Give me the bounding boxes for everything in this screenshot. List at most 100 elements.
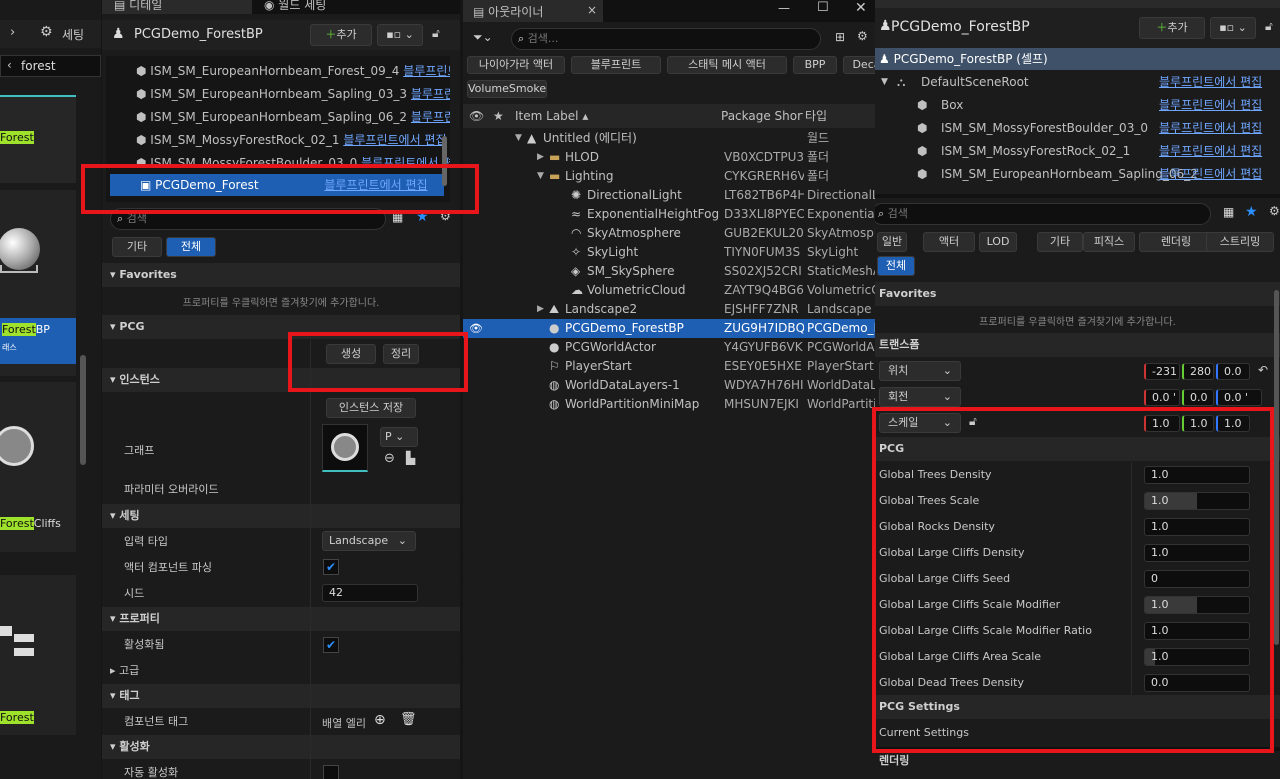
add-folder-icon[interactable]: ⊞ [835, 30, 845, 44]
tab-world-settings[interactable]: ◉ 월드 세팅 [256, 0, 406, 14]
filter-chip[interactable]: 기타 [1037, 232, 1083, 252]
cleanup-button[interactable]: 정리 [383, 344, 419, 364]
filter-chip[interactable]: 스트리밍 [1206, 232, 1274, 252]
param-value-input[interactable]: 1.0 [1144, 518, 1250, 536]
list-item-selected[interactable]: ▣ PCGDemo_Forest 블루프린트에서 편집 [110, 174, 444, 196]
star-icon[interactable]: ★ [1245, 204, 1258, 220]
scrollbar[interactable] [442, 136, 447, 186]
list-item[interactable]: ⬢ ISM_SM_EuropeanHornbeam_Sapling_03_3 블… [106, 83, 450, 105]
eye-icon[interactable]: 👁︎ [469, 357, 483, 376]
filter-chip[interactable]: 나이아가라 액터 [467, 56, 565, 74]
tab-outliner[interactable]: ▤ 아웃라이너 × [463, 0, 603, 22]
edit-in-blueprint-link[interactable]: 블루프린트에서 편집 [1159, 163, 1262, 185]
list-item[interactable]: ⬢ ISM_SM_MossyForestRock_02_1 블루프린트에서 편집 [106, 129, 450, 151]
rotation-select[interactable]: 회전 ⌄ [879, 387, 961, 407]
rotation-y-input[interactable]: 0.0 [1182, 389, 1214, 406]
section-render[interactable]: 렌더링 [879, 752, 909, 768]
eye-icon[interactable]: 👁︎ [469, 338, 483, 357]
asset-tile[interactable]: Forest [0, 575, 76, 735]
filter-chip[interactable]: 액터 [923, 232, 975, 252]
scale-select[interactable]: 스케일 ⌄ [879, 413, 961, 433]
filter-icon[interactable]: ⏷⌄ [473, 30, 493, 45]
section-advanced[interactable]: ▸ 고급 [102, 658, 460, 684]
eye-icon[interactable]: 👁︎ [469, 186, 483, 205]
edit-in-blueprint-link[interactable]: 블루프린트에서 편집 [324, 178, 427, 192]
eye-icon[interactable]: 👁︎ [469, 300, 483, 319]
gear-icon[interactable]: ⚙ [1269, 204, 1280, 218]
gear-icon[interactable]: ⚙ [40, 24, 53, 40]
eye-icon[interactable]: 👁︎ [469, 376, 483, 395]
asset-tile[interactable]: ForestCliffs [0, 382, 76, 552]
browse-asset-icon[interactable]: ▙ [406, 451, 415, 465]
section-instance[interactable]: ▾ 인스턴스 [102, 368, 460, 392]
list-item[interactable]: ⬢ ISM_SM_MossyForestBoulder_03_0 블루프린트에서 편… [875, 117, 1280, 139]
details-search-input[interactable]: ⌕ 검색 [110, 208, 386, 230]
filter-chip[interactable]: 피직스 [1083, 232, 1135, 252]
param-value-input[interactable]: 1.0 [1144, 596, 1250, 614]
scrollbar[interactable] [80, 355, 86, 465]
section-settings[interactable]: ▾ 세팅 [102, 504, 460, 528]
eye-icon[interactable]: 👁︎ [469, 104, 484, 128]
scale-y-input[interactable]: 1.0 [1182, 415, 1214, 432]
param-value-input[interactable]: 1.0 [1144, 622, 1250, 640]
expander-icon[interactable]: ▼ [515, 129, 522, 148]
outliner-row[interactable]: 👁︎ ⚐ PlayerStart ESEY0E5HXE PlayerStart [463, 357, 875, 376]
chevron-left-icon[interactable]: ‹ [7, 58, 12, 72]
eye-icon[interactable]: 👁︎ [469, 243, 483, 262]
outliner-search-input[interactable]: ⌕ 검색... [511, 28, 821, 50]
outliner-row[interactable]: ▼ ▲ Untitled (에디터) 월드 [463, 129, 875, 148]
filter-other-button[interactable]: 기타 [112, 237, 162, 257]
section-tag[interactable]: ▾ 태그 [102, 684, 460, 708]
param-value-input[interactable]: 0 [1144, 570, 1250, 588]
list-item[interactable]: ⬢ Box 블루프린트에서 편집 [875, 94, 1280, 116]
outliner-row[interactable]: 👁︎ ▼ ▬ Lighting CYKGRERH6V폴더 [463, 167, 875, 186]
graph-asset-select[interactable]: P ⌄ [380, 427, 418, 447]
edit-in-blueprint-link[interactable]: 블루프린트에서 편집 [1159, 94, 1262, 116]
close-icon[interactable]: × [587, 3, 597, 17]
location-y-input[interactable]: 280 [1182, 363, 1214, 380]
outliner-row[interactable]: 👁︎ ● PCGWorldActor Y4GYUFB6VK PCGWorldAc [463, 338, 875, 357]
section-favorites[interactable]: ▾ Favorites [102, 263, 460, 287]
blueprint-options-button[interactable]: ▪▫ ⌄ [1210, 17, 1256, 39]
edit-in-blueprint-link[interactable]: 블루프린트에서 편집 [361, 156, 450, 166]
param-value-input[interactable]: 1.0 [1144, 544, 1250, 562]
add-component-button[interactable]: ＋추가 [310, 24, 372, 46]
expander-icon[interactable]: ▶ [537, 300, 544, 319]
outliner-row[interactable]: 👁︎ ◍ WorldDataLayers-1 WDYA7H76HIWorldDataL [463, 376, 875, 395]
asset-tile[interactable]: Forest [0, 95, 76, 183]
outliner-row[interactable]: 👁︎ ▶ ▬ HLOD VB0XCDTPU3폴더 [463, 148, 875, 167]
list-item[interactable]: ▼ ⛬ DefaultSceneRoot 블루프린트에서 편집 [875, 71, 1280, 93]
trash-icon[interactable]: 🗑︎ [400, 712, 417, 727]
outliner-row[interactable]: 👁︎ ✧ SkyLight TIYN0FUM3S SkyLight [463, 243, 875, 262]
minimize-icon[interactable]: — [778, 1, 790, 15]
blueprint-options-button[interactable]: ▪▫ ⌄ [377, 24, 423, 46]
location-select[interactable]: 위치 ⌄ [879, 361, 961, 381]
filter-all-button[interactable]: 전체 [877, 256, 915, 276]
scale-z-input[interactable]: 1.0 [1216, 415, 1250, 432]
grid-view-icon[interactable]: ▦ [392, 210, 403, 224]
lock-icon[interactable]: 🔓︎ [1265, 19, 1273, 34]
filter-chip[interactable]: 렌더링 [1139, 232, 1213, 252]
generate-button[interactable]: 생성 [326, 344, 376, 364]
edit-in-blueprint-link[interactable]: 블루프린트에서 편집 [403, 64, 450, 78]
tab-details[interactable]: ▤ 디테일 [102, 0, 252, 14]
gear-icon[interactable]: ⚙ [440, 209, 451, 223]
parse-actor-checkbox[interactable]: ✔ [323, 559, 339, 575]
param-value-input[interactable]: 0.0 [1144, 674, 1250, 692]
outliner-row[interactable]: 👁︎ ≈ ExponentialHeightFog D33XLI8PYECExpone… [463, 205, 875, 224]
browse-arrow-icon[interactable]: ⊖ [384, 451, 395, 466]
activated-checkbox[interactable]: ✔ [323, 637, 339, 653]
auto-activate-checkbox[interactable] [323, 765, 339, 779]
section-pcg[interactable]: PCG [875, 437, 1280, 461]
outliner-row[interactable]: 👁︎ ✺ DirectionalLight LT682TB6P4HDirectiona… [463, 186, 875, 205]
eye-icon[interactable]: 👁︎ [469, 395, 483, 414]
col-package[interactable]: Package Short [721, 104, 803, 128]
edit-in-blueprint-link[interactable]: 블루프린트에서 편집 [1159, 140, 1262, 162]
section-transform[interactable]: 트랜스폼 [875, 333, 1280, 357]
eye-icon[interactable]: 👁︎ [469, 281, 483, 300]
gear-icon[interactable]: ⚙ [857, 29, 868, 43]
star-icon[interactable]: ★ [416, 209, 429, 225]
asset-tile-selected[interactable]: ForestBP 래스 [0, 190, 76, 376]
param-value-input[interactable]: 1.0 [1144, 466, 1250, 484]
outliner-row[interactable]: 👁︎ ◠ SkyAtmosphere GUB2EKUL20SkyAtmosph [463, 224, 875, 243]
